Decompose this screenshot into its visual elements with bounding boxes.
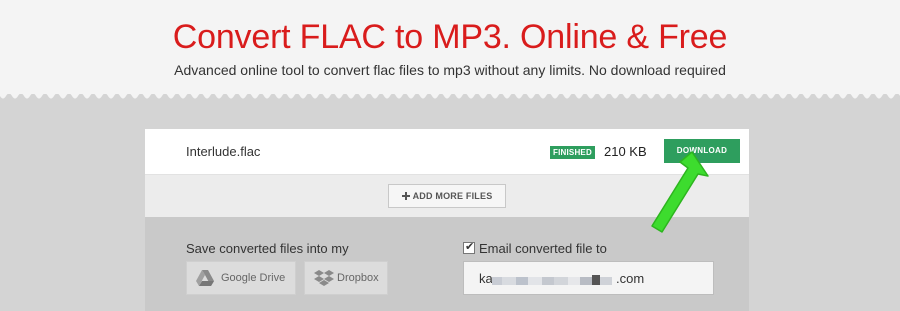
status-badge: FINISHED (550, 146, 595, 159)
google-drive-icon (196, 270, 214, 286)
email-redaction (492, 275, 612, 285)
email-checkbox[interactable]: ✔ (463, 241, 475, 254)
add-more-files-label: ADD MORE FILES (412, 191, 493, 201)
file-name: Interlude.flac (186, 144, 261, 159)
green-arrow-icon (651, 151, 709, 233)
dropbox-icon (314, 270, 334, 286)
plus-icon (401, 192, 410, 200)
header-wave-edge (0, 94, 900, 102)
save-to-label: Save converted files into my (186, 241, 349, 256)
page-title: Convert FLAC to MP3. Online & Free (172, 18, 728, 56)
page-header: Convert FLAC to MP3. Online & Free Advan… (0, 0, 900, 96)
google-drive-label: Google Drive (221, 272, 286, 284)
checkmark-icon: ✔ (465, 241, 475, 253)
email-option-label: Email converted file to (479, 241, 607, 256)
google-drive-button[interactable]: Google Drive (186, 261, 296, 295)
add-more-files-button[interactable]: ADD MORE FILES (388, 184, 506, 208)
dropbox-button[interactable]: Dropbox (304, 261, 388, 295)
dropbox-label: Dropbox (337, 272, 379, 284)
page-subtitle: Advanced online tool to convert flac fil… (174, 62, 726, 78)
email-value-start: ka (479, 271, 493, 286)
email-value-end: .com (616, 271, 645, 286)
